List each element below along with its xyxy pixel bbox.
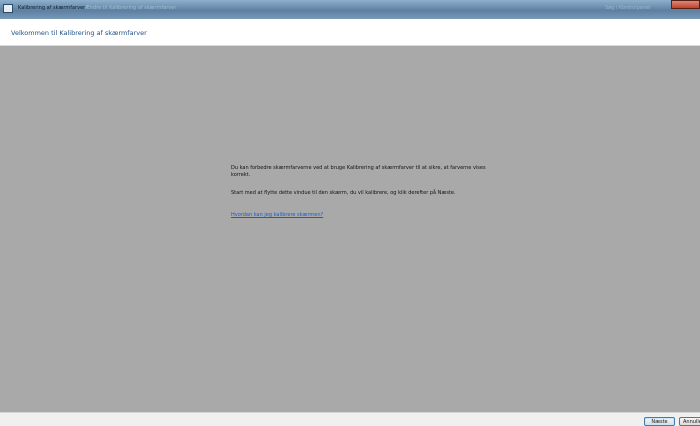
blurred-title-text: Ændre til Kalibrering af skærmfarver <box>85 5 177 11</box>
help-link[interactable]: Hvordan kan jeg kalibrere skærmen? <box>231 212 323 219</box>
page-header: Velkommen til Kalibrering af skærmfarver <box>0 19 700 46</box>
intro-paragraph: Du kan forbedre skærmfarverne ved at bru… <box>231 165 486 178</box>
cancel-button[interactable]: Annuller <box>679 417 700 426</box>
footer-bar: Næste Annuller <box>0 412 700 426</box>
close-button[interactable] <box>671 0 700 9</box>
window-title: Kalibrering af skærmfarver <box>18 5 86 11</box>
instruction-paragraph: Start med at flytte dette vindue til den… <box>231 190 456 196</box>
title-bar[interactable]: Kalibrering af skærmfarver Ændre til Kal… <box>0 0 700 19</box>
app-icon <box>3 4 13 13</box>
page-title: Velkommen til Kalibrering af skærmfarver <box>11 29 147 37</box>
blurred-search-text: Søg i Kontrolpanel <box>605 5 651 11</box>
next-button[interactable]: Næste <box>644 417 675 426</box>
